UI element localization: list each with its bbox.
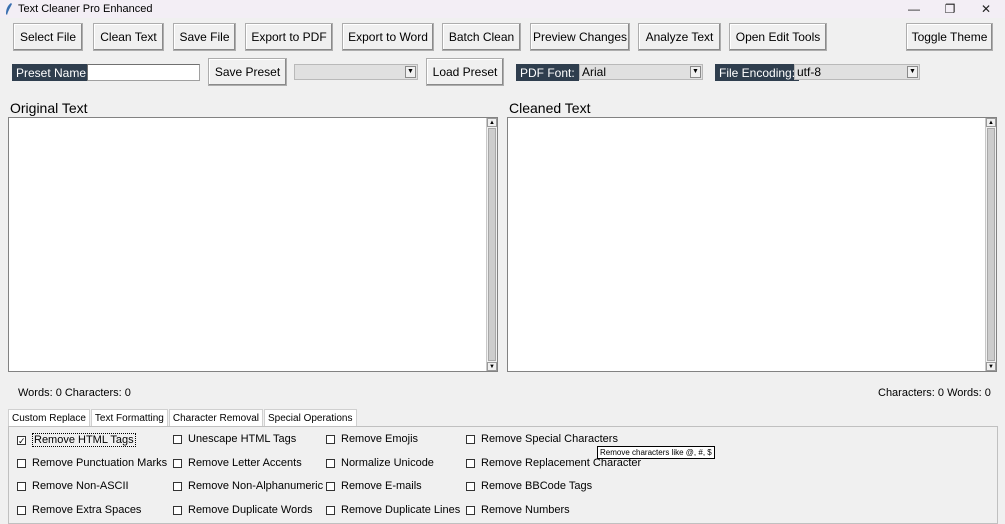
save-preset-button[interactable]: Save Preset bbox=[208, 58, 287, 86]
option-remove-html-tags[interactable]: ✓ Remove HTML Tags bbox=[17, 433, 136, 447]
clean-text-button[interactable]: Clean Text bbox=[93, 23, 164, 51]
checkbox[interactable] bbox=[173, 481, 182, 491]
option-normalize-unicode[interactable]: Normalize Unicode bbox=[326, 457, 434, 469]
option-remove-special-characters[interactable]: Remove Special Characters bbox=[466, 433, 618, 445]
preview-changes-button[interactable]: Preview Changes bbox=[530, 23, 630, 51]
open-edit-tools-button[interactable]: Open Edit Tools bbox=[729, 23, 827, 51]
preset-name-input[interactable] bbox=[87, 64, 200, 81]
option-remove-letter-accents[interactable]: Remove Letter Accents bbox=[173, 457, 302, 469]
cleaned-count: Characters: 0 Words: 0 bbox=[878, 387, 991, 399]
pdf-font-value: Arial bbox=[582, 65, 607, 79]
option-remove-duplicate-words[interactable]: Remove Duplicate Words bbox=[173, 504, 313, 516]
option-label: Remove Special Characters bbox=[481, 433, 618, 445]
export-word-button[interactable]: Export to Word bbox=[342, 23, 434, 51]
option-label: Remove HTML Tags bbox=[32, 433, 136, 447]
option-remove-duplicate-lines[interactable]: Remove Duplicate Lines bbox=[326, 504, 460, 516]
option-remove-non-ascii[interactable]: Remove Non-ASCII bbox=[17, 480, 129, 492]
chevron-down-icon[interactable]: ▼ bbox=[907, 66, 918, 78]
option-unescape-html[interactable]: Unescape HTML Tags bbox=[173, 433, 296, 445]
original-count: Words: 0 Characters: 0 bbox=[18, 387, 131, 399]
option-label: Remove Duplicate Lines bbox=[341, 504, 461, 516]
option-remove-non-alphanumeric[interactable]: Remove Non-Alphanumeric bbox=[173, 480, 323, 492]
option-label: Remove Letter Accents bbox=[188, 457, 302, 469]
cleaned-text-area[interactable]: ▲ ▼ bbox=[507, 117, 997, 372]
option-label: Remove BBCode Tags bbox=[481, 480, 593, 492]
checkbox[interactable] bbox=[173, 434, 182, 444]
cleaned-scrollbar[interactable]: ▲ ▼ bbox=[985, 118, 996, 371]
checkbox[interactable]: ✓ bbox=[17, 435, 26, 445]
checkbox[interactable] bbox=[466, 481, 475, 491]
tooltip: Remove characters like @, #, $ bbox=[597, 446, 715, 459]
option-remove-extra-spaces[interactable]: Remove Extra Spaces bbox=[17, 504, 141, 516]
preset-select[interactable]: ▼ bbox=[294, 64, 418, 80]
option-label: Remove E-mails bbox=[341, 480, 422, 492]
original-text-area[interactable]: ▲ ▼ bbox=[8, 117, 498, 372]
option-label: Remove Punctuation Marks bbox=[32, 457, 168, 469]
scroll-thumb[interactable] bbox=[488, 128, 496, 361]
analyze-text-button[interactable]: Analyze Text bbox=[638, 23, 721, 51]
scroll-down-icon[interactable]: ▼ bbox=[986, 362, 996, 371]
pdf-font-label: PDF Font: bbox=[516, 64, 579, 81]
app-window: Text Cleaner Pro Enhanced — ❐ ✕ Select F… bbox=[0, 0, 1005, 524]
close-button[interactable]: ✕ bbox=[968, 0, 1004, 18]
load-preset-button[interactable]: Load Preset bbox=[426, 58, 504, 86]
option-label: Normalize Unicode bbox=[341, 457, 434, 469]
option-label: Remove Emojis bbox=[341, 433, 419, 445]
pdf-font-select[interactable]: Arial ▼ bbox=[579, 64, 703, 80]
checkbox[interactable] bbox=[17, 458, 26, 468]
option-label: Remove Duplicate Words bbox=[188, 504, 313, 516]
tab-text-formatting[interactable]: Text Formatting bbox=[90, 409, 168, 426]
option-remove-emojis[interactable]: Remove Emojis bbox=[326, 433, 418, 445]
file-encoding-value: utf-8 bbox=[797, 65, 822, 79]
checkbox[interactable] bbox=[17, 505, 26, 515]
checkbox[interactable] bbox=[466, 434, 475, 444]
checkbox[interactable] bbox=[173, 458, 182, 468]
option-label: Remove Extra Spaces bbox=[32, 504, 142, 516]
scroll-down-icon[interactable]: ▼ bbox=[487, 362, 497, 371]
checkbox[interactable] bbox=[326, 481, 335, 491]
chevron-down-icon[interactable]: ▼ bbox=[405, 66, 416, 78]
title-bar: Text Cleaner Pro Enhanced bbox=[0, 0, 1005, 18]
original-text-title: Original Text bbox=[10, 100, 88, 116]
checkbox[interactable] bbox=[326, 434, 335, 444]
option-label: Remove Numbers bbox=[481, 504, 570, 516]
preset-name-label: Preset Name: bbox=[12, 64, 94, 81]
checkbox[interactable] bbox=[466, 458, 475, 468]
checkbox[interactable] bbox=[466, 505, 475, 515]
cleaned-text-title: Cleaned Text bbox=[509, 100, 591, 116]
checkbox[interactable] bbox=[173, 505, 182, 515]
scroll-thumb[interactable] bbox=[987, 128, 995, 361]
option-label: Remove Non-ASCII bbox=[32, 480, 129, 492]
original-scrollbar[interactable]: ▲ ▼ bbox=[486, 118, 497, 371]
file-encoding-select[interactable]: utf-8 ▼ bbox=[794, 64, 920, 80]
checkbox[interactable] bbox=[326, 458, 335, 468]
options-tabs: Custom Replace Text Formatting Character… bbox=[8, 409, 358, 426]
export-pdf-button[interactable]: Export to PDF bbox=[245, 23, 333, 51]
toggle-theme-button[interactable]: Toggle Theme bbox=[906, 23, 993, 51]
minimize-button[interactable]: — bbox=[896, 0, 932, 18]
option-label: Unescape HTML Tags bbox=[188, 433, 297, 445]
option-remove-punctuation[interactable]: Remove Punctuation Marks bbox=[17, 457, 167, 469]
option-remove-bbcode-tags[interactable]: Remove BBCode Tags bbox=[466, 480, 592, 492]
option-remove-numbers[interactable]: Remove Numbers bbox=[466, 504, 570, 516]
tab-custom-replace[interactable]: Custom Replace bbox=[8, 409, 90, 426]
checkbox[interactable] bbox=[17, 481, 26, 491]
restore-button[interactable]: ❐ bbox=[932, 0, 968, 18]
tab-special-operations[interactable]: Special Operations bbox=[264, 409, 357, 426]
batch-clean-button[interactable]: Batch Clean bbox=[442, 23, 521, 51]
window-title: Text Cleaner Pro Enhanced bbox=[18, 3, 153, 15]
scroll-up-icon[interactable]: ▲ bbox=[487, 118, 497, 127]
chevron-down-icon[interactable]: ▼ bbox=[690, 66, 701, 78]
tab-character-removal[interactable]: Character Removal bbox=[168, 409, 263, 426]
scroll-up-icon[interactable]: ▲ bbox=[986, 118, 996, 127]
option-label: Remove Non-Alphanumeric bbox=[188, 480, 324, 492]
file-encoding-label: File Encoding: bbox=[715, 64, 800, 81]
checkbox[interactable] bbox=[326, 505, 335, 515]
feather-icon bbox=[6, 3, 12, 15]
save-file-button[interactable]: Save File bbox=[173, 23, 236, 51]
select-file-button[interactable]: Select File bbox=[13, 23, 83, 51]
option-remove-emails[interactable]: Remove E-mails bbox=[326, 480, 422, 492]
